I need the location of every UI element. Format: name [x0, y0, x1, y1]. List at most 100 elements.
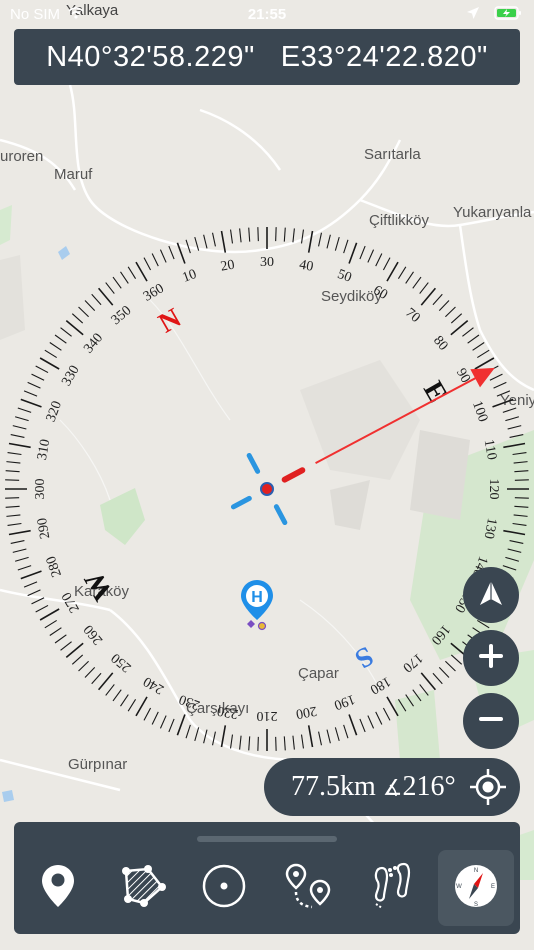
- zoom-in-button[interactable]: [463, 630, 519, 686]
- compass-tick: [105, 684, 115, 696]
- compass-tick: [397, 266, 407, 279]
- route-tool[interactable]: [270, 850, 346, 926]
- compass-tick: [505, 556, 520, 562]
- compass-tick: [509, 433, 524, 438]
- compass-tick: [84, 300, 96, 311]
- compass-tool[interactable]: N S W E: [438, 850, 514, 926]
- compass-degree-label: 20: [220, 258, 236, 275]
- compass-tick: [105, 282, 115, 294]
- helicopter-marker[interactable]: H: [239, 578, 275, 634]
- compass-tick: [318, 232, 323, 247]
- compass-tick: [168, 718, 175, 733]
- compass-tick: [514, 470, 529, 473]
- compass-degree-label: 280: [44, 554, 65, 579]
- place-label-uroren: uroren: [0, 148, 44, 165]
- status-right-icons: [466, 6, 522, 24]
- compass-needle-blue: [246, 452, 261, 474]
- compass-tick: [14, 556, 29, 562]
- compass-tick: [507, 548, 522, 553]
- compass-tick: [348, 242, 358, 264]
- compass-tick: [405, 694, 414, 707]
- compass-tick: [35, 604, 49, 613]
- compass-tick: [419, 282, 429, 294]
- distance-value: 77.5km: [291, 771, 376, 802]
- compass-tick: [65, 319, 84, 336]
- compass-tick: [5, 470, 20, 473]
- compass-tick: [54, 334, 67, 344]
- compass-tick: [229, 229, 234, 244]
- compass-degree-label: 340: [81, 331, 106, 357]
- compass-tick: [168, 245, 175, 260]
- crosshair-locate-icon[interactable]: [468, 767, 508, 807]
- coordinates-panel[interactable]: N40°32'58.229" E33°24'22.820": [14, 29, 520, 85]
- compass-tick: [300, 734, 305, 749]
- compass-tick: [382, 257, 391, 271]
- compass-tick: [348, 714, 358, 736]
- navigation-mode-button[interactable]: [463, 567, 519, 623]
- compass-tick: [65, 642, 84, 659]
- compass-tick: [502, 407, 517, 413]
- location-pin-tool[interactable]: [20, 850, 96, 926]
- compass-tick: [49, 627, 62, 636]
- track-tool[interactable]: [354, 850, 430, 926]
- compass-tick: [420, 672, 437, 691]
- circle-tool[interactable]: [186, 850, 262, 926]
- compass-degree-label: 90: [453, 366, 473, 386]
- compass-tick: [382, 707, 391, 721]
- compass-tick: [220, 230, 227, 253]
- navigation-arrow-icon: [476, 578, 506, 613]
- compass-degree-label: 170: [400, 650, 426, 675]
- drag-handle[interactable]: [197, 836, 337, 842]
- compass-tick: [248, 227, 251, 242]
- compass-dial: 3601020304050607080901001101201301401501…: [5, 227, 529, 751]
- compass-degree-label: 250: [109, 650, 135, 675]
- compass-tick: [27, 381, 41, 389]
- compass-tick: [474, 357, 495, 370]
- compass-cardinal-w: W: [79, 566, 120, 606]
- compass-tick: [120, 694, 129, 707]
- heading-pointer-line: [315, 369, 490, 465]
- compass-tick: [386, 261, 399, 282]
- compass-tick: [318, 731, 323, 746]
- svg-text:S: S: [474, 902, 478, 908]
- compass-tick: [420, 287, 437, 306]
- compass-tick: [514, 505, 529, 508]
- compass-tick: [477, 349, 490, 359]
- compass-degree-label: 290: [35, 517, 53, 540]
- compass-tick: [151, 711, 159, 725]
- place-label-saritarla: Sarıtarla: [364, 146, 421, 163]
- bearing-symbol: ∡: [382, 775, 403, 800]
- area-measure-tool[interactable]: [104, 850, 180, 926]
- compass-tick: [493, 381, 507, 389]
- compass-tick: [467, 334, 480, 344]
- location-arrow-icon: [466, 7, 484, 24]
- compass-tick: [135, 261, 148, 282]
- compass-degree-label: 200: [295, 703, 318, 721]
- compass-tick: [6, 461, 21, 464]
- circle-target-icon: [201, 863, 247, 914]
- compass-tick: [292, 735, 295, 750]
- compass-tick: [35, 365, 49, 374]
- compass-tick: [375, 253, 383, 267]
- compass-tick: [239, 228, 242, 243]
- compass-degree-label: 210: [257, 708, 278, 723]
- compass-tick: [20, 570, 42, 580]
- compass-tick: [419, 684, 429, 696]
- compass-tick: [143, 257, 152, 271]
- status-bar: No SIM 21:55: [0, 0, 534, 28]
- compass-icon: N S W E: [453, 863, 499, 914]
- compass-tick: [239, 735, 242, 750]
- svg-text:N: N: [474, 868, 478, 874]
- latitude-value: N40°32'58.229": [46, 40, 255, 73]
- compass-tick: [194, 236, 200, 251]
- compass-tick: [326, 234, 331, 249]
- compass-tick: [375, 711, 383, 725]
- distance-bearing-panel[interactable]: 77.5km ∡216°: [264, 758, 520, 816]
- compass-tick: [97, 672, 114, 691]
- compass-tick: [405, 271, 414, 284]
- compass-tick: [6, 514, 21, 517]
- zoom-out-button[interactable]: [463, 693, 519, 749]
- compass-tick: [307, 230, 314, 253]
- compass-tick: [91, 672, 102, 685]
- compass-tick: [127, 266, 137, 279]
